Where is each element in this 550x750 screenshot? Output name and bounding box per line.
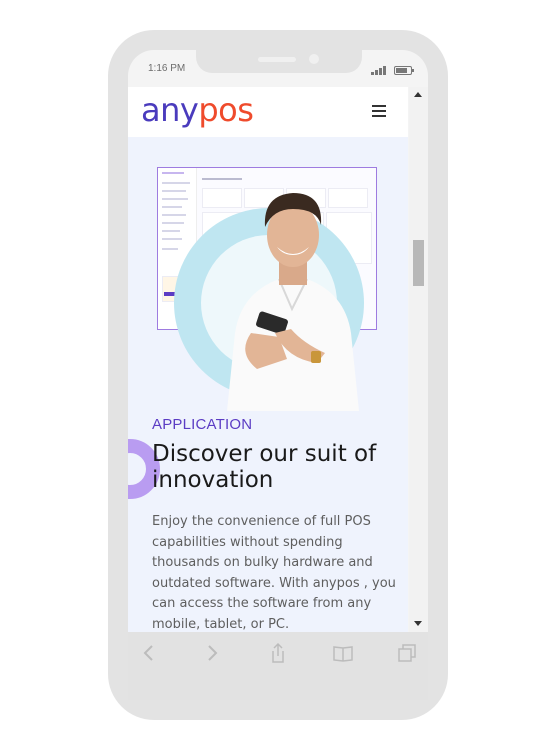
logo-pos: pos [198, 91, 254, 129]
battery-icon [394, 66, 414, 75]
browser-toolbar [128, 632, 428, 700]
section-label: APPLICATION [152, 416, 253, 433]
book-icon[interactable] [332, 642, 354, 664]
section-body: Enjoy the convenience of full POS capabi… [152, 514, 396, 632]
scroll-down-arrow-icon[interactable] [414, 621, 422, 626]
chevron-left-icon[interactable] [138, 642, 160, 664]
hamburger-menu-icon[interactable] [372, 105, 386, 117]
share-icon[interactable] [267, 642, 289, 664]
web-page: anypos APPLICATION Discover our suit of … [128, 87, 408, 632]
tabs-icon[interactable] [396, 642, 418, 664]
anypos-logo[interactable]: anypos [141, 91, 254, 129]
phone-speaker [258, 57, 296, 62]
section-heading: Discover our suit of innovation [152, 441, 377, 493]
man-with-phone-illustration [227, 193, 359, 411]
scroll-up-arrow-icon[interactable] [414, 92, 422, 97]
site-navbar: anypos [128, 87, 408, 137]
hero-image [157, 165, 381, 411]
logo-any: any [141, 91, 199, 129]
status-time: 1:16 PM [148, 63, 186, 74]
chevron-right-icon[interactable] [201, 642, 223, 664]
signal-icon [371, 65, 389, 75]
page-scrollbar[interactable] [409, 87, 428, 632]
phone-camera [309, 54, 319, 64]
scroll-thumb[interactable] [413, 240, 424, 286]
